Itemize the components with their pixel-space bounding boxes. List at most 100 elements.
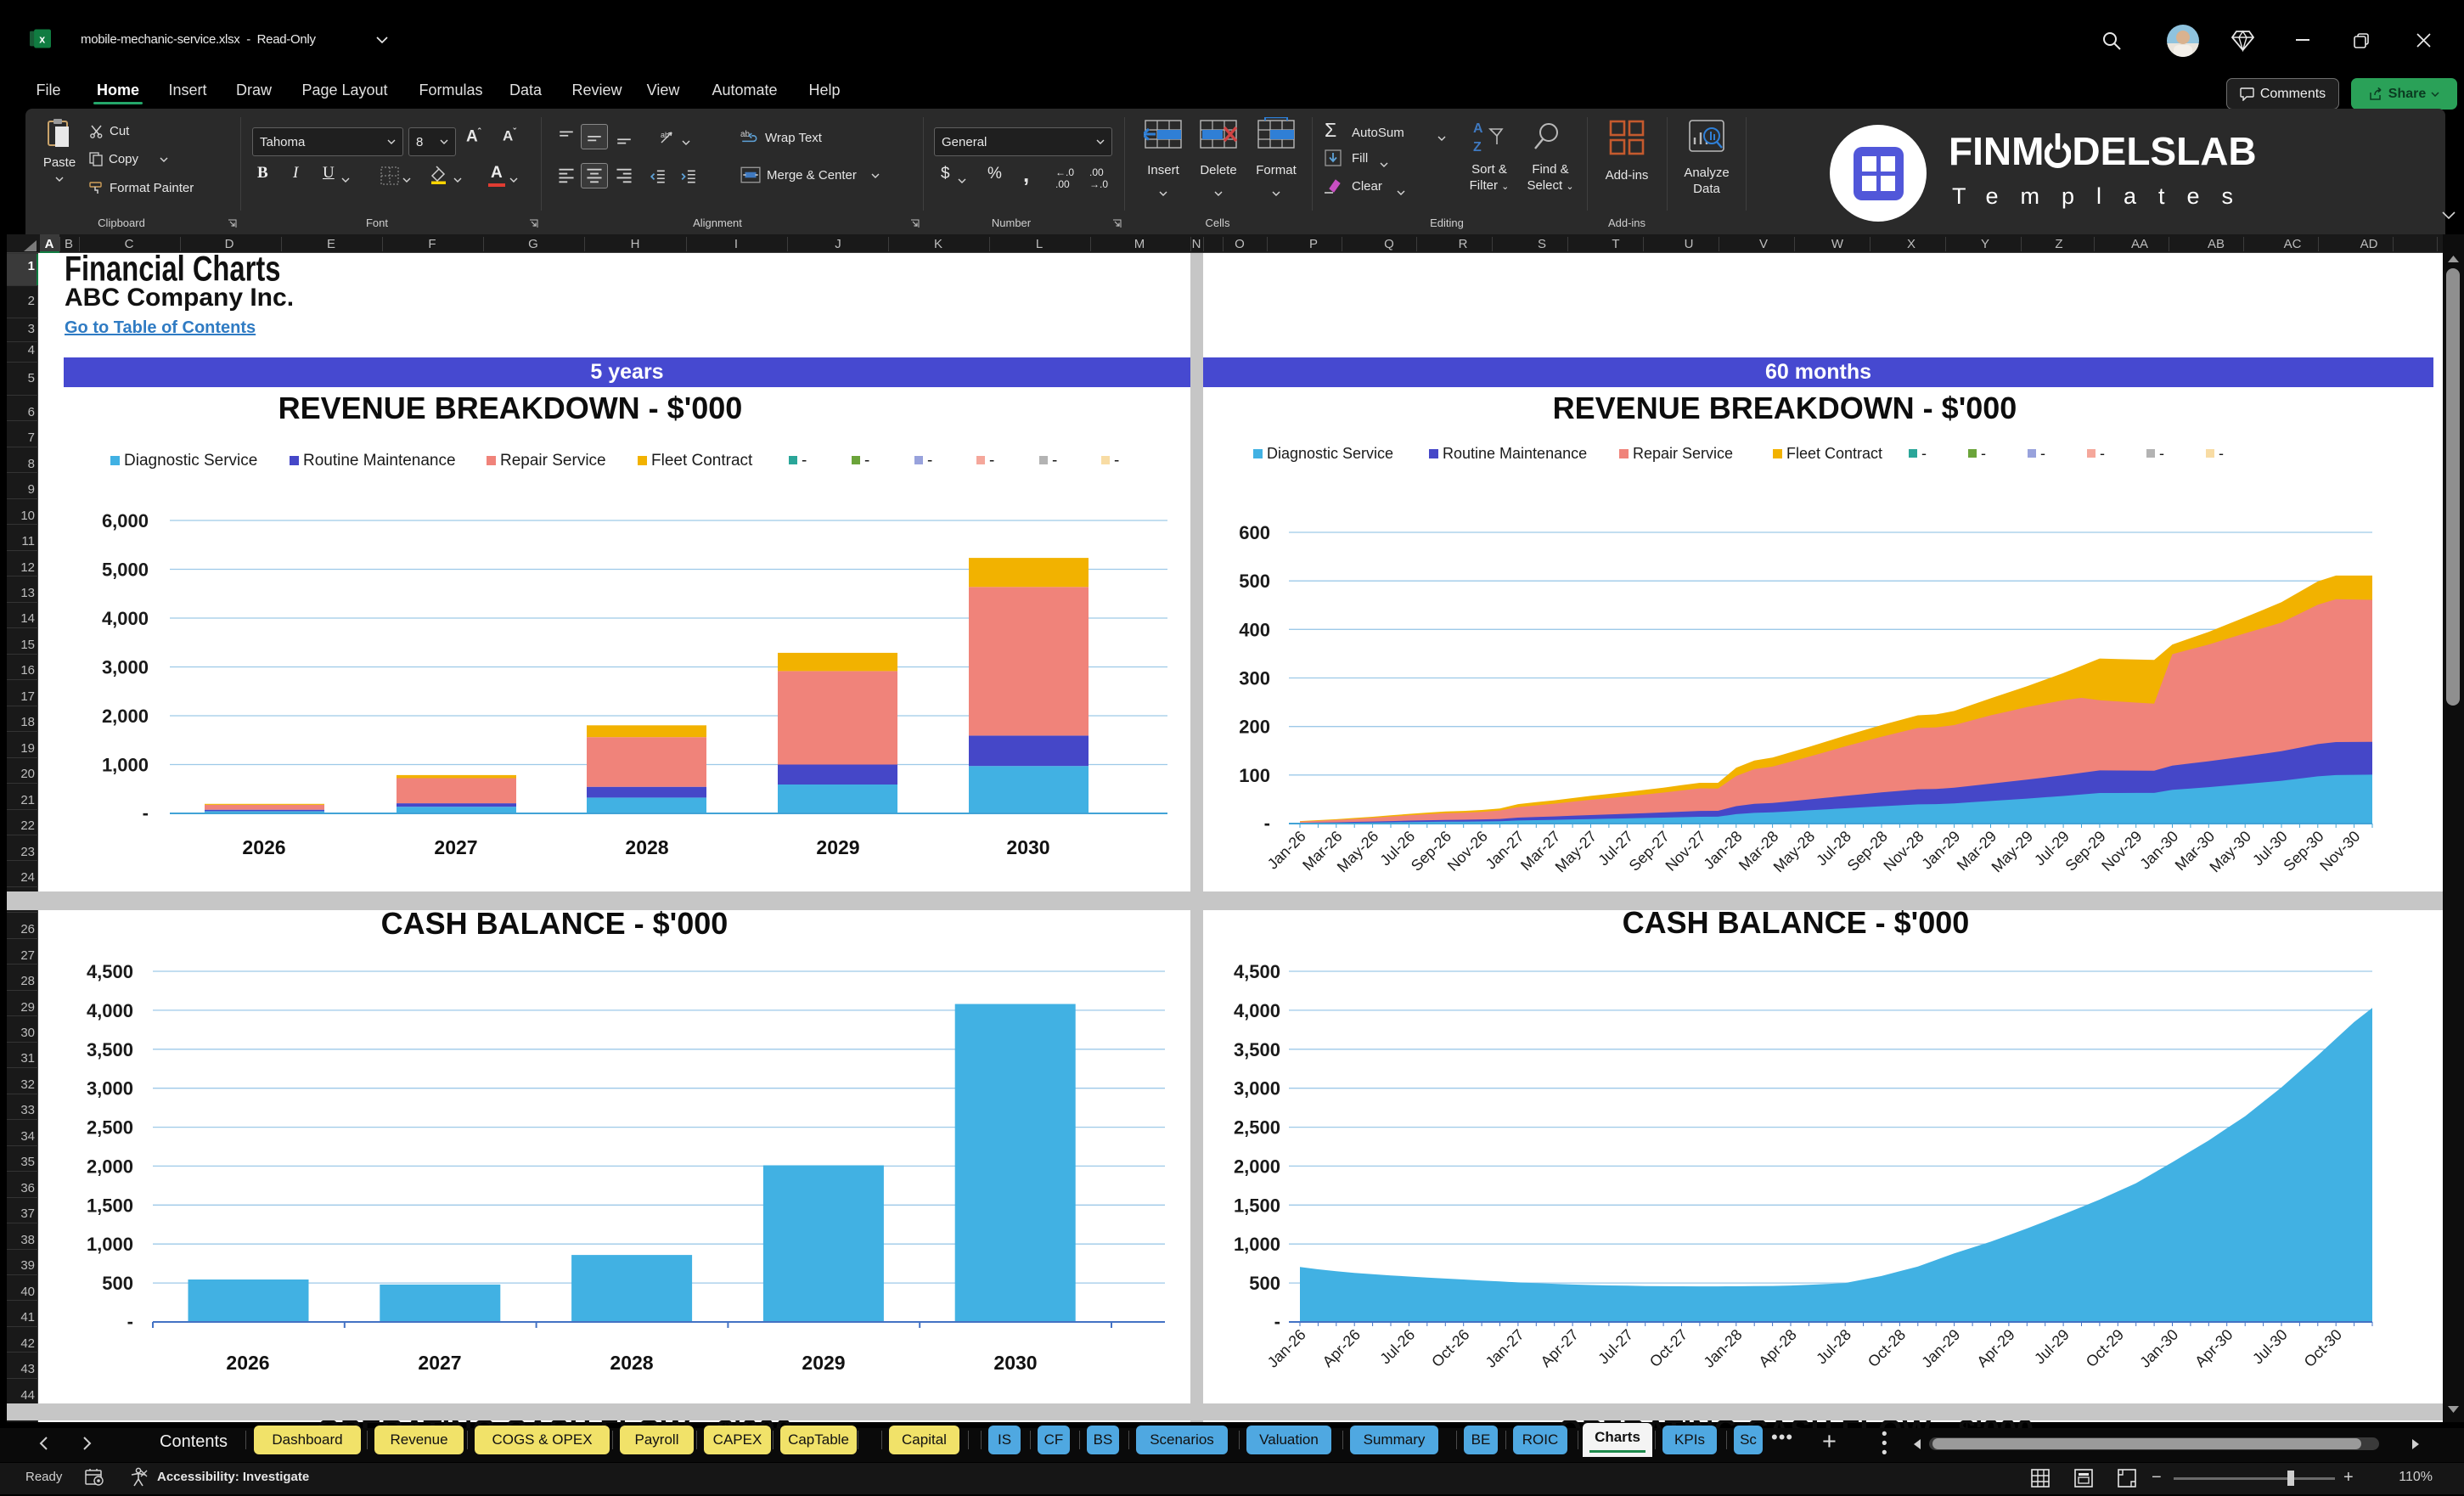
svg-text:300: 300 <box>1239 668 1270 689</box>
svg-text:4,000: 4,000 <box>102 608 149 629</box>
svg-text:2026: 2026 <box>226 1352 269 1374</box>
svg-text:2,000: 2,000 <box>102 706 149 727</box>
svg-text:-: - <box>1274 1311 1280 1332</box>
svg-text:Sep-30: Sep-30 <box>2280 828 2326 875</box>
svg-text:3,000: 3,000 <box>102 657 149 678</box>
svg-text:Repair Service: Repair Service <box>500 452 606 470</box>
svg-text:May-26: May-26 <box>1334 828 1382 876</box>
svg-text:Jan-27: Jan-27 <box>1482 1326 1527 1371</box>
svg-text:Sep-26: Sep-26 <box>1408 828 1454 875</box>
svg-text:2,500: 2,500 <box>87 1117 133 1139</box>
svg-text:-: - <box>1052 452 1057 470</box>
svg-text:Oct-29: Oct-29 <box>2083 1326 2127 1370</box>
svg-text:1,500: 1,500 <box>87 1195 133 1216</box>
svg-text:200: 200 <box>1239 717 1270 738</box>
svg-text:2030: 2030 <box>993 1352 1037 1374</box>
svg-text:Diagnostic Service: Diagnostic Service <box>1267 445 1393 462</box>
svg-text:Repair Service: Repair Service <box>1633 445 1733 462</box>
svg-text:-: - <box>143 802 149 824</box>
svg-text:May-27: May-27 <box>1552 828 1600 876</box>
svg-text:500: 500 <box>1239 571 1270 592</box>
svg-text:-: - <box>1264 813 1270 834</box>
svg-text:2028: 2028 <box>610 1352 653 1374</box>
svg-text:Z: Z <box>1473 140 1482 155</box>
svg-text:2,000: 2,000 <box>1234 1156 1280 1177</box>
svg-text:ab: ab <box>661 131 669 139</box>
svg-text:A: A <box>1473 121 1483 136</box>
svg-text:Jul-28: Jul-28 <box>1813 1326 1854 1368</box>
svg-text:Nov-27: Nov-27 <box>1662 828 1709 875</box>
svg-text:400: 400 <box>1239 619 1270 640</box>
svg-text:2027: 2027 <box>418 1352 461 1374</box>
svg-text:600: 600 <box>1239 522 1270 543</box>
svg-text:2030: 2030 <box>1006 836 1049 858</box>
svg-text:Jan-29: Jan-29 <box>1918 1326 1963 1371</box>
svg-text:Jul-29: Jul-29 <box>2031 1326 2073 1368</box>
svg-text:4,000: 4,000 <box>1234 1000 1280 1021</box>
svg-text:1,000: 1,000 <box>102 755 149 776</box>
svg-text:2029: 2029 <box>802 1352 845 1374</box>
svg-text:Apr-30: Apr-30 <box>2191 1326 2236 1370</box>
svg-text:Routine Maintenance: Routine Maintenance <box>303 452 456 470</box>
svg-text:2029: 2029 <box>816 836 859 858</box>
svg-text:4,500: 4,500 <box>87 961 133 982</box>
svg-text:REVENUE BREAKDOWN - $'000: REVENUE BREAKDOWN - $'000 <box>278 391 743 425</box>
svg-text:Fleet Contract: Fleet Contract <box>651 452 753 470</box>
svg-text:3,000: 3,000 <box>87 1078 133 1100</box>
svg-text:Nov-29: Nov-29 <box>2098 828 2145 875</box>
svg-text:Routine Maintenance: Routine Maintenance <box>1443 445 1587 462</box>
svg-text:3,500: 3,500 <box>1234 1039 1280 1060</box>
svg-text:-: - <box>2159 445 2164 462</box>
svg-text:x: x <box>39 34 45 46</box>
svg-text:Sep-27: Sep-27 <box>1626 828 1673 875</box>
svg-text:5,000: 5,000 <box>102 560 149 581</box>
svg-text:Sep-29: Sep-29 <box>2062 828 2109 875</box>
svg-text:CASH BALANCE - $'000: CASH BALANCE - $'000 <box>381 910 729 941</box>
svg-text:Jan-28: Jan-28 <box>1701 1326 1746 1371</box>
svg-text:-: - <box>2040 445 2045 462</box>
svg-text:Nov-26: Nov-26 <box>1444 828 1491 875</box>
svg-text:Oct-30: Oct-30 <box>2301 1326 2345 1370</box>
svg-text:4,500: 4,500 <box>1234 961 1280 982</box>
svg-text:2028: 2028 <box>625 836 668 858</box>
svg-text:REVENUE BREAKDOWN - $'000: REVENUE BREAKDOWN - $'000 <box>1553 391 2017 425</box>
svg-text:May-29: May-29 <box>1989 828 2037 876</box>
svg-text:Apr-29: Apr-29 <box>1973 1326 2017 1370</box>
svg-text:Apr-26: Apr-26 <box>1319 1326 1364 1370</box>
svg-text:3,500: 3,500 <box>87 1039 133 1060</box>
svg-text:-: - <box>1981 445 1986 462</box>
svg-text:Nov-30: Nov-30 <box>2316 828 2363 875</box>
svg-text:-: - <box>802 452 807 470</box>
svg-text:6,000: 6,000 <box>102 510 149 531</box>
svg-text:-: - <box>127 1311 133 1332</box>
svg-text:Jan-30: Jan-30 <box>2136 1326 2181 1371</box>
svg-text:-: - <box>2219 445 2224 462</box>
svg-text:-: - <box>1114 452 1119 470</box>
svg-text:Diagnostic Service: Diagnostic Service <box>124 452 257 470</box>
svg-text:4,000: 4,000 <box>87 1000 133 1021</box>
svg-text:Oct-26: Oct-26 <box>1428 1326 1472 1370</box>
svg-text:1,500: 1,500 <box>1234 1195 1280 1216</box>
svg-text:ab: ab <box>740 130 751 139</box>
svg-text:500: 500 <box>1249 1273 1280 1294</box>
svg-text:Oct-28: Oct-28 <box>1865 1326 1909 1370</box>
svg-text:Fleet Contract: Fleet Contract <box>1786 445 1882 462</box>
svg-text:Apr-27: Apr-27 <box>1538 1326 1582 1370</box>
svg-text:-: - <box>989 452 994 470</box>
svg-text:100: 100 <box>1239 765 1270 786</box>
svg-text:-: - <box>864 452 869 470</box>
svg-text:Jul-26: Jul-26 <box>1376 1326 1418 1368</box>
svg-text:Jan-26: Jan-26 <box>1264 1326 1309 1371</box>
svg-text:2,000: 2,000 <box>87 1156 133 1177</box>
svg-text:May-30: May-30 <box>2206 828 2254 876</box>
svg-text:2026: 2026 <box>242 836 285 858</box>
svg-text:CASH BALANCE - $'000: CASH BALANCE - $'000 <box>1623 910 1970 940</box>
svg-text:Jul-27: Jul-27 <box>1595 1326 1636 1368</box>
svg-text:-: - <box>1921 445 1927 462</box>
svg-text:Sep-28: Sep-28 <box>1844 828 1891 875</box>
svg-text:1,000: 1,000 <box>1234 1234 1280 1255</box>
svg-text:Jul-30: Jul-30 <box>2249 1326 2291 1368</box>
svg-text:Nov-28: Nov-28 <box>1880 828 1927 875</box>
svg-text:Oct-27: Oct-27 <box>1646 1326 1690 1370</box>
svg-text:May-28: May-28 <box>1770 828 1819 876</box>
